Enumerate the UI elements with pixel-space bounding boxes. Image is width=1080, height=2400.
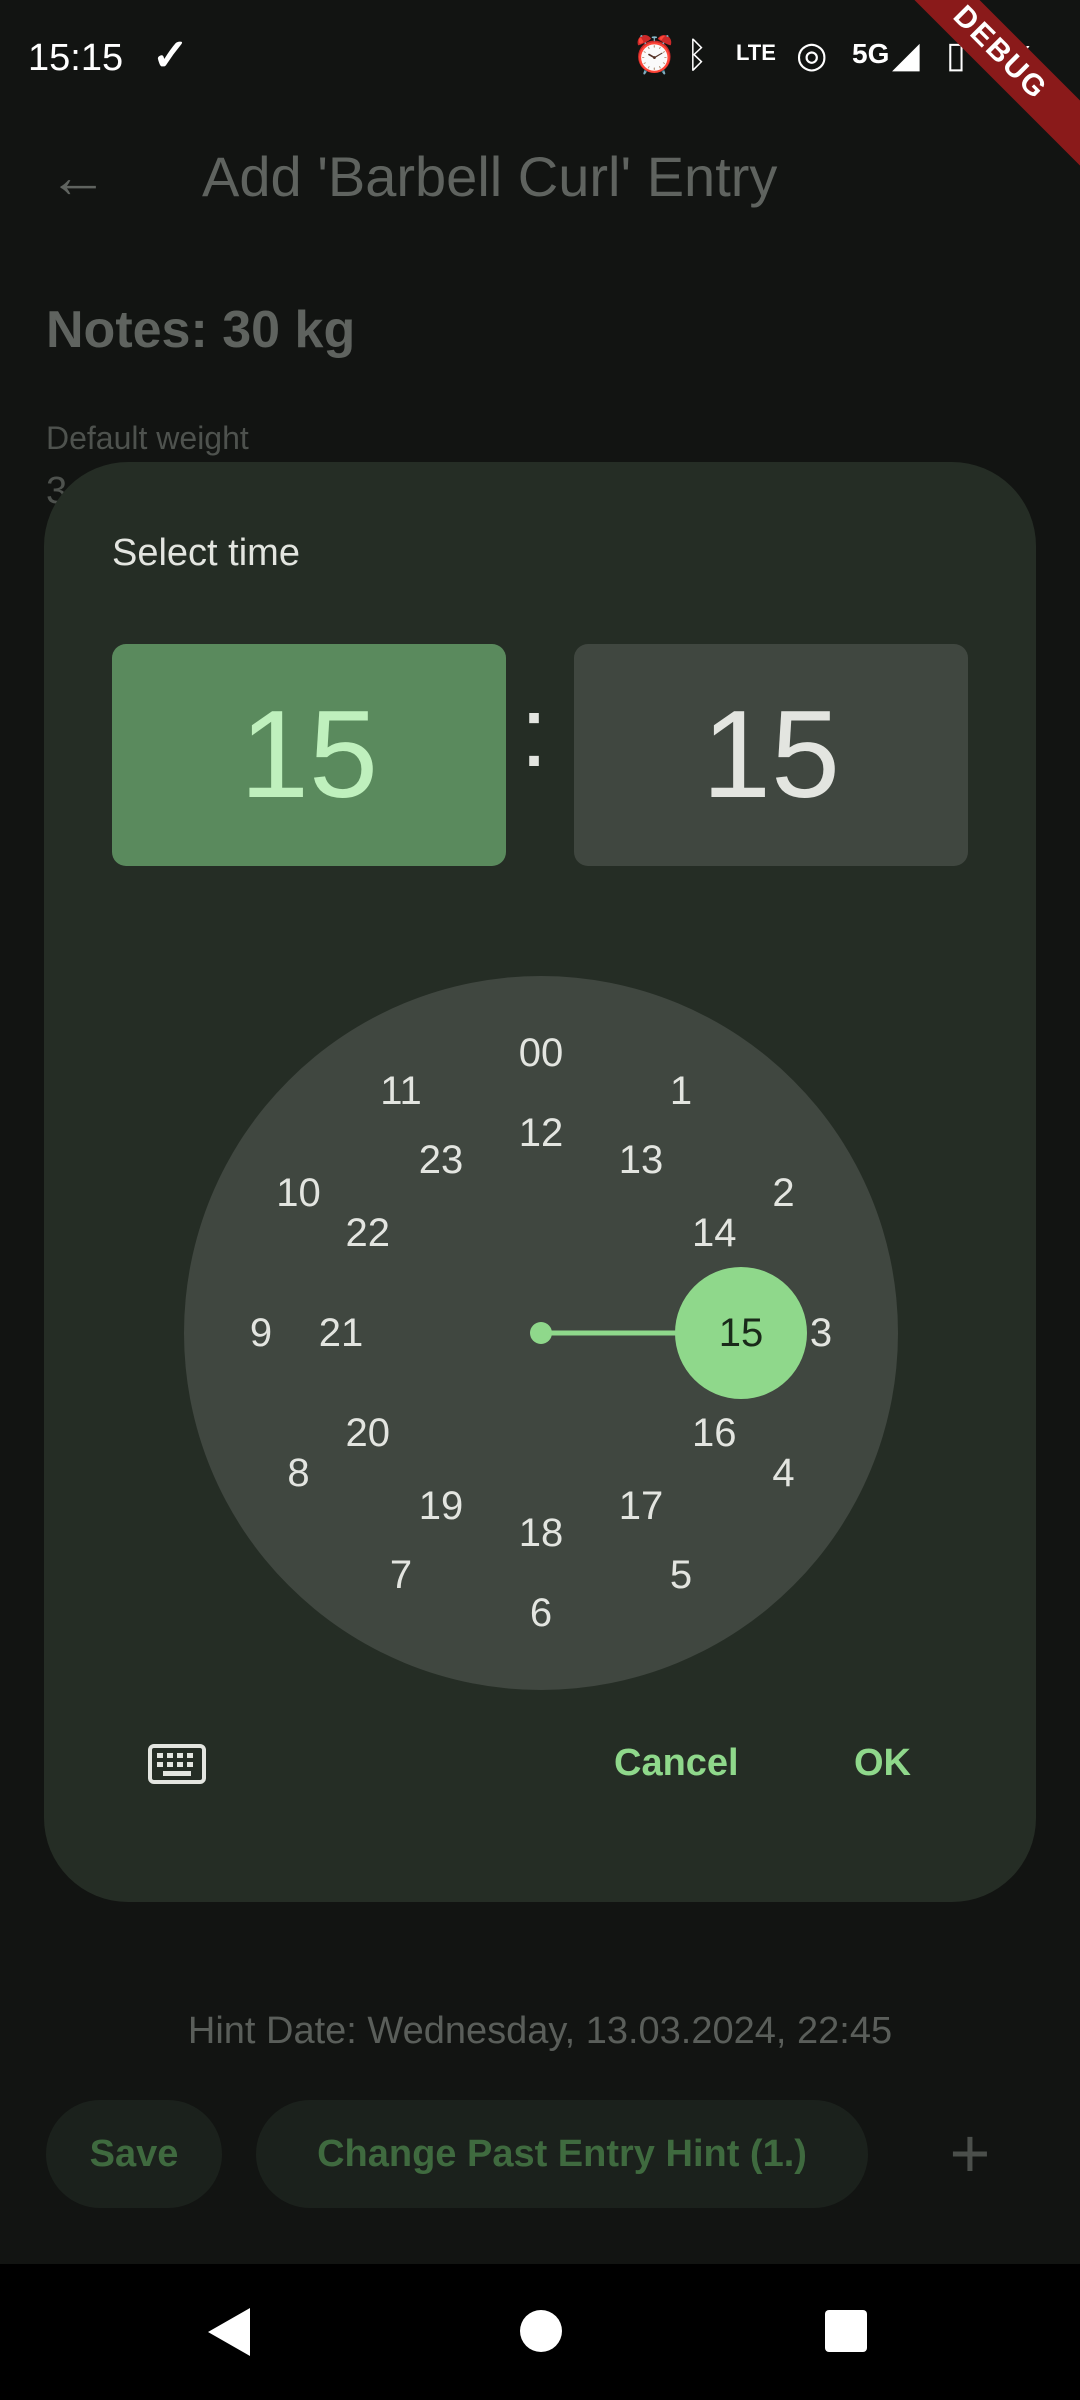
clock-number-6[interactable]: 6 (501, 1583, 581, 1643)
clock-number-23[interactable]: 23 (401, 1130, 481, 1190)
change-past-entry-hint-button[interactable]: Change Past Entry Hint (1.) (256, 2100, 868, 2208)
nav-home-icon[interactable] (520, 2310, 562, 2352)
nav-back-icon[interactable] (208, 2308, 250, 2356)
back-arrow-icon[interactable]: ← (48, 142, 118, 212)
cancel-button[interactable]: Cancel (614, 1742, 739, 1785)
status-time: 15:15 (28, 37, 124, 79)
bluetooth-icon: ᛒ (686, 34, 708, 75)
clock-number-22[interactable]: 22 (328, 1203, 408, 1263)
alarm-icon: ⏰ (632, 34, 677, 75)
clock-number-3[interactable]: 3 (781, 1303, 861, 1363)
clock-number-19[interactable]: 19 (401, 1476, 481, 1536)
notes-heading: Notes: 30 kg (46, 301, 356, 359)
volte-icon: LTE (736, 40, 776, 65)
minute-selector[interactable]: 15 (574, 644, 968, 866)
hour-selector[interactable]: 15 (112, 644, 506, 866)
clock-number-20[interactable]: 20 (328, 1403, 408, 1463)
time-picker-dialog: Select time 15 : 15 00 1 2 3 4 5 6 7 8 9 10 11 12 13 1… (44, 462, 1036, 1902)
nav-recents-icon[interactable] (825, 2310, 867, 2352)
clock-number-15[interactable]: 15 (701, 1303, 781, 1363)
system-nav-bar (0, 2264, 1080, 2400)
clock-number-13[interactable]: 13 (601, 1130, 681, 1190)
clock-number-21[interactable]: 21 (301, 1303, 381, 1363)
hint-date: Hint Date: Wednesday, 13.03.2024, 22:45 (187, 2010, 893, 2052)
clock-center-dot (530, 1322, 552, 1344)
signal-icon: ◢ (892, 34, 920, 75)
clock-number-4[interactable]: 4 (743, 1443, 823, 1503)
dialog-title: Select time (112, 532, 300, 574)
clock-number-2[interactable]: 2 (743, 1163, 823, 1223)
clock-number-00[interactable]: 00 (501, 1023, 581, 1083)
page-title: Add 'Barbell Curl' Entry (202, 145, 778, 208)
clock-dial[interactable]: 00 1 2 3 4 5 6 7 8 9 10 11 12 13 14 15 16 17 18 19 20 21 22 23 (184, 976, 898, 1690)
clock-number-9[interactable]: 9 (221, 1303, 301, 1363)
clock-number-16[interactable]: 16 (674, 1403, 754, 1463)
hotspot-icon: ◎ (796, 34, 828, 75)
clock-number-10[interactable]: 10 (259, 1163, 339, 1223)
clock-number-14[interactable]: 14 (674, 1203, 754, 1263)
clock-number-7[interactable]: 7 (361, 1545, 441, 1605)
clock-number-17[interactable]: 17 (601, 1476, 681, 1536)
default-weight-label: Default weight (46, 420, 249, 456)
add-icon[interactable]: + (930, 2110, 1010, 2196)
ok-button[interactable]: OK (854, 1742, 911, 1785)
keyboard-icon[interactable] (148, 1744, 206, 1784)
time-separator: : (520, 676, 548, 788)
app-bar: ← Add 'Barbell Curl' Entry (0, 118, 1080, 238)
clock-number-1[interactable]: 1 (641, 1061, 721, 1121)
clock-number-5[interactable]: 5 (641, 1545, 721, 1605)
clock-number-8[interactable]: 8 (259, 1443, 339, 1503)
save-button[interactable]: Save (46, 2100, 222, 2208)
network-type: 5G (852, 38, 890, 69)
clock-number-11[interactable]: 11 (361, 1061, 441, 1121)
clock-number-18[interactable]: 18 (501, 1503, 581, 1563)
status-bar: 15:15 ✓ ⏰ ᛒ LTE ◎ 5G ◢ ▯ 1% DEBUG (0, 0, 1080, 176)
task-done-icon: ✓ (152, 31, 189, 80)
clock-number-12[interactable]: 12 (501, 1103, 581, 1163)
